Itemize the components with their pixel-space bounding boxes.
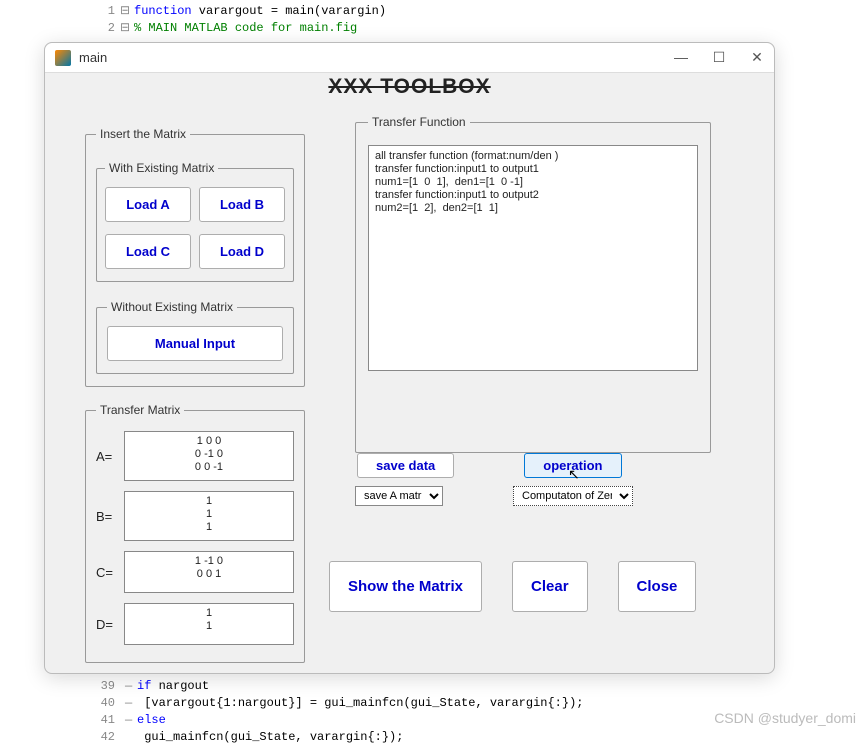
matrix-a-display[interactable]: 1 0 00 -1 00 0 -1 xyxy=(124,431,294,481)
code-text: if nargout xyxy=(137,679,209,693)
load-a-button[interactable]: Load A xyxy=(105,187,191,222)
transfer-function-legend: Transfer Function xyxy=(368,115,470,129)
code-text: function varargout = main(varargin) xyxy=(134,4,386,18)
titlebar[interactable]: main — ☐ ✕ xyxy=(45,43,774,73)
bottom-buttons: Show the Matrix Clear Close xyxy=(329,561,696,612)
code-text: gui_mainfcn(gui_State, varargin{:}); xyxy=(137,730,403,744)
matrix-row-d: D= 11 xyxy=(96,603,294,645)
transfer-function-group: Transfer Function xyxy=(355,115,711,453)
code-line: ⊟function varargout = main(varargin) xyxy=(120,3,386,20)
transfer-matrix-group: Transfer Matrix A= 1 0 00 -1 00 0 -1 B= … xyxy=(85,403,305,663)
clear-button[interactable]: Clear xyxy=(512,561,588,612)
matrix-label: B= xyxy=(96,509,124,524)
insert-matrix-group: Insert the Matrix With Existing Matrix L… xyxy=(85,127,305,387)
dialog-body: XXX TOOLBOX Insert the Matrix With Exist… xyxy=(45,73,774,673)
line-number: 39 xyxy=(85,678,115,695)
breakpoint-dash: — xyxy=(125,678,137,695)
line-gutter: 1 2 xyxy=(85,0,115,37)
with-existing-group: With Existing Matrix Load A Load B Load … xyxy=(96,161,294,282)
main-dialog: main — ☐ ✕ XXX TOOLBOX Insert the Matrix… xyxy=(44,42,775,674)
fold-icon[interactable]: ⊟ xyxy=(120,20,134,37)
minimize-icon[interactable]: — xyxy=(674,49,688,66)
maximize-icon[interactable]: ☐ xyxy=(712,49,726,66)
matlab-icon xyxy=(55,50,71,66)
load-c-button[interactable]: Load C xyxy=(105,234,191,269)
watermark: CSDN @studyer_domi xyxy=(714,710,856,726)
matrix-c-display[interactable]: 1 -1 00 0 1 xyxy=(124,551,294,593)
line-number: 2 xyxy=(85,20,115,37)
code-text: [varargout{1:nargout}] = gui_mainfcn(gui… xyxy=(137,696,583,710)
fold-icon[interactable]: ⊟ xyxy=(120,3,134,20)
transfer-function-textarea[interactable] xyxy=(368,145,698,371)
code-area-bottom: 39—if nargout 40— [varargout{1:nargout}]… xyxy=(85,678,583,746)
matrix-row-a: A= 1 0 00 -1 00 0 -1 xyxy=(96,431,294,481)
without-existing-group: Without Existing Matrix Manual Input xyxy=(96,300,294,374)
code-line: ⊟% MAIN MATLAB code for main.fig xyxy=(120,20,386,37)
toolbox-title: XXX TOOLBOX xyxy=(65,75,754,99)
matrix-row-b: B= 111 xyxy=(96,491,294,541)
close-icon[interactable]: ✕ xyxy=(750,49,764,66)
with-existing-legend: With Existing Matrix xyxy=(105,161,218,175)
breakpoint-dash: — xyxy=(125,695,137,712)
matrix-row-c: C= 1 -1 00 0 1 xyxy=(96,551,294,593)
save-select[interactable]: save A matrix xyxy=(355,486,443,506)
line-number: 41 xyxy=(85,712,115,729)
matrix-b-display[interactable]: 111 xyxy=(124,491,294,541)
code-text: % MAIN MATLAB code for main.fig xyxy=(134,21,357,35)
transfer-matrix-legend: Transfer Matrix xyxy=(96,403,184,417)
manual-input-button[interactable]: Manual Input xyxy=(107,326,283,361)
matrix-label: A= xyxy=(96,449,124,464)
code-text: else xyxy=(137,713,166,727)
save-data-button[interactable]: save data xyxy=(357,453,454,478)
operation-select[interactable]: Computaton of Zeros xyxy=(513,486,633,506)
line-number: 40 xyxy=(85,695,115,712)
matrix-label: D= xyxy=(96,617,124,632)
close-button[interactable]: Close xyxy=(618,561,697,612)
breakpoint-dash: — xyxy=(125,712,137,729)
code-area[interactable]: ⊟function varargout = main(varargin) ⊟% … xyxy=(120,3,386,37)
operation-button[interactable]: operation xyxy=(524,453,621,478)
load-d-button[interactable]: Load D xyxy=(199,234,285,269)
window-title: main xyxy=(79,50,674,65)
matrix-label: C= xyxy=(96,565,124,580)
mid-controls: save data operation save A matrix Comput… xyxy=(355,453,711,506)
line-number: 1 xyxy=(85,3,115,20)
show-matrix-button[interactable]: Show the Matrix xyxy=(329,561,482,612)
matrix-d-display[interactable]: 11 xyxy=(124,603,294,645)
load-b-button[interactable]: Load B xyxy=(199,187,285,222)
without-existing-legend: Without Existing Matrix xyxy=(107,300,237,314)
insert-matrix-legend: Insert the Matrix xyxy=(96,127,190,141)
